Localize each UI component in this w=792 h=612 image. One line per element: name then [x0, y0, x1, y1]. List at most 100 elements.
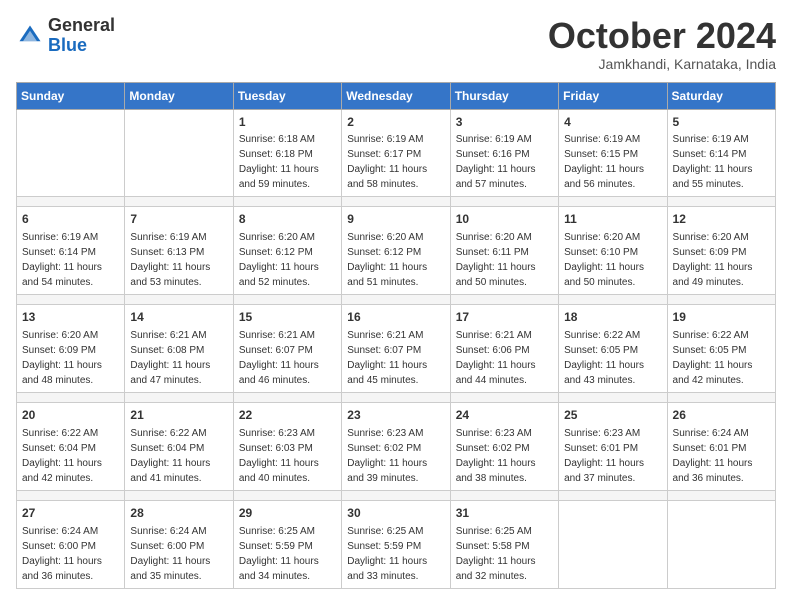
day-number: 31	[456, 505, 553, 522]
day-number: 28	[130, 505, 227, 522]
day-info: Sunrise: 6:25 AMSunset: 5:59 PMDaylight:…	[347, 526, 427, 582]
day-info: Sunrise: 6:18 AMSunset: 6:18 PMDaylight:…	[239, 134, 319, 190]
day-info: Sunrise: 6:21 AMSunset: 6:07 PMDaylight:…	[239, 330, 319, 386]
day-info: Sunrise: 6:23 AMSunset: 6:02 PMDaylight:…	[347, 428, 427, 484]
logo-general: General	[48, 15, 115, 35]
day-number: 26	[673, 407, 770, 424]
day-info: Sunrise: 6:23 AMSunset: 6:02 PMDaylight:…	[456, 428, 536, 484]
day-number: 15	[239, 309, 336, 326]
day-number: 24	[456, 407, 553, 424]
weekday-header-tuesday: Tuesday	[233, 82, 341, 109]
month-title: October 2024	[548, 16, 776, 56]
day-info: Sunrise: 6:22 AMSunset: 6:05 PMDaylight:…	[564, 330, 644, 386]
calendar-cell: 26 Sunrise: 6:24 AMSunset: 6:01 PMDayligh…	[667, 402, 775, 490]
calendar-cell: 10Sunrise: 6:20 AMSunset: 6:11 PMDayligh…	[450, 207, 558, 295]
separator-row	[17, 295, 776, 305]
day-number: 21	[130, 407, 227, 424]
calendar-cell: 13 Sunrise: 6:20 AMSunset: 6:09 PMDayligh…	[17, 305, 125, 393]
calendar-cell: 11Sunrise: 6:20 AMSunset: 6:10 PMDayligh…	[559, 207, 667, 295]
day-info: Sunrise: 6:19 AMSunset: 6:14 PMDaylight:…	[22, 232, 102, 288]
day-info: Sunrise: 6:22 AMSunset: 6:05 PMDaylight:…	[673, 330, 753, 386]
day-number: 13	[22, 309, 119, 326]
week-row-2: 6Sunrise: 6:19 AMSunset: 6:14 PMDaylight…	[17, 207, 776, 295]
day-info: Sunrise: 6:24 AMSunset: 6:01 PMDaylight:…	[673, 428, 753, 484]
calendar-cell: 27 Sunrise: 6:24 AMSunset: 6:00 PMDayligh…	[17, 500, 125, 588]
weekday-header-thursday: Thursday	[450, 82, 558, 109]
day-info: Sunrise: 6:19 AMSunset: 6:17 PMDaylight:…	[347, 134, 427, 190]
weekday-header-saturday: Saturday	[667, 82, 775, 109]
day-number: 17	[456, 309, 553, 326]
day-info: Sunrise: 6:20 AMSunset: 6:12 PMDaylight:…	[239, 232, 319, 288]
calendar-cell: 22Sunrise: 6:23 AMSunset: 6:03 PMDayligh…	[233, 402, 341, 490]
day-number: 4	[564, 114, 661, 131]
day-info: Sunrise: 6:19 AMSunset: 6:16 PMDaylight:…	[456, 134, 536, 190]
calendar-cell: 8 Sunrise: 6:20 AMSunset: 6:12 PMDaylight…	[233, 207, 341, 295]
day-number: 7	[130, 211, 227, 228]
week-row-5: 27 Sunrise: 6:24 AMSunset: 6:00 PMDayligh…	[17, 500, 776, 588]
week-row-1: 1 Sunrise: 6:18 AMSunset: 6:18 PMDaylight…	[17, 109, 776, 197]
day-number: 1	[239, 114, 336, 131]
day-info: Sunrise: 6:24 AMSunset: 6:00 PMDaylight:…	[22, 526, 102, 582]
calendar-cell: 29 Sunrise: 6:25 AMSunset: 5:59 PMDayligh…	[233, 500, 341, 588]
day-number: 20	[22, 407, 119, 424]
weekday-header-wednesday: Wednesday	[342, 82, 450, 109]
calendar-cell: 1 Sunrise: 6:18 AMSunset: 6:18 PMDaylight…	[233, 109, 341, 197]
calendar-cell: 9 Sunrise: 6:20 AMSunset: 6:12 PMDaylight…	[342, 207, 450, 295]
logo-blue: Blue	[48, 35, 87, 55]
day-number: 12	[673, 211, 770, 228]
calendar-cell: 14Sunrise: 6:21 AMSunset: 6:08 PMDayligh…	[125, 305, 233, 393]
day-info: Sunrise: 6:22 AMSunset: 6:04 PMDaylight:…	[130, 428, 210, 484]
day-number: 29	[239, 505, 336, 522]
day-number: 27	[22, 505, 119, 522]
day-info: Sunrise: 6:23 AMSunset: 6:01 PMDaylight:…	[564, 428, 644, 484]
calendar-cell: 5Sunrise: 6:19 AMSunset: 6:14 PMDaylight…	[667, 109, 775, 197]
calendar-cell: 6Sunrise: 6:19 AMSunset: 6:14 PMDaylight…	[17, 207, 125, 295]
day-number: 9	[347, 211, 444, 228]
calendar-cell: 17 Sunrise: 6:21 AMSunset: 6:06 PMDayligh…	[450, 305, 558, 393]
day-info: Sunrise: 6:19 AMSunset: 6:15 PMDaylight:…	[564, 134, 644, 190]
separator-row	[17, 197, 776, 207]
calendar-cell: 19Sunrise: 6:22 AMSunset: 6:05 PMDayligh…	[667, 305, 775, 393]
title-block: October 2024 Jamkhandi, Karnataka, India	[548, 16, 776, 72]
day-number: 11	[564, 211, 661, 228]
calendar-cell: 24 Sunrise: 6:23 AMSunset: 6:02 PMDayligh…	[450, 402, 558, 490]
day-number: 5	[673, 114, 770, 131]
calendar-cell: 12 Sunrise: 6:20 AMSunset: 6:09 PMDayligh…	[667, 207, 775, 295]
separator-row	[17, 392, 776, 402]
day-number: 25	[564, 407, 661, 424]
separator-row	[17, 490, 776, 500]
day-number: 14	[130, 309, 227, 326]
calendar-cell: 4 Sunrise: 6:19 AMSunset: 6:15 PMDaylight…	[559, 109, 667, 197]
calendar-cell: 3 Sunrise: 6:19 AMSunset: 6:16 PMDaylight…	[450, 109, 558, 197]
calendar-cell: 21 Sunrise: 6:22 AMSunset: 6:04 PMDayligh…	[125, 402, 233, 490]
page-header: General Blue October 2024 Jamkhandi, Kar…	[16, 16, 776, 72]
week-row-3: 13 Sunrise: 6:20 AMSunset: 6:09 PMDayligh…	[17, 305, 776, 393]
day-info: Sunrise: 6:23 AMSunset: 6:03 PMDaylight:…	[239, 428, 319, 484]
calendar-cell: 18 Sunrise: 6:22 AMSunset: 6:05 PMDayligh…	[559, 305, 667, 393]
day-info: Sunrise: 6:20 AMSunset: 6:12 PMDaylight:…	[347, 232, 427, 288]
day-info: Sunrise: 6:20 AMSunset: 6:09 PMDaylight:…	[673, 232, 753, 288]
day-number: 18	[564, 309, 661, 326]
calendar-cell	[17, 109, 125, 197]
day-info: Sunrise: 6:19 AMSunset: 6:13 PMDaylight:…	[130, 232, 210, 288]
calendar-cell: 23 Sunrise: 6:23 AMSunset: 6:02 PMDayligh…	[342, 402, 450, 490]
calendar-cell: 20Sunrise: 6:22 AMSunset: 6:04 PMDayligh…	[17, 402, 125, 490]
day-info: Sunrise: 6:20 AMSunset: 6:11 PMDaylight:…	[456, 232, 536, 288]
weekday-header-monday: Monday	[125, 82, 233, 109]
day-number: 8	[239, 211, 336, 228]
calendar-cell: 7 Sunrise: 6:19 AMSunset: 6:13 PMDaylight…	[125, 207, 233, 295]
day-info: Sunrise: 6:24 AMSunset: 6:00 PMDaylight:…	[130, 526, 210, 582]
day-info: Sunrise: 6:25 AMSunset: 5:59 PMDaylight:…	[239, 526, 319, 582]
weekday-header-sunday: Sunday	[17, 82, 125, 109]
location: Jamkhandi, Karnataka, India	[548, 56, 776, 72]
day-info: Sunrise: 6:21 AMSunset: 6:06 PMDaylight:…	[456, 330, 536, 386]
calendar-cell: 31Sunrise: 6:25 AMSunset: 5:58 PMDayligh…	[450, 500, 558, 588]
logo: General Blue	[16, 16, 115, 56]
logo-icon	[16, 22, 44, 50]
day-info: Sunrise: 6:20 AMSunset: 6:09 PMDaylight:…	[22, 330, 102, 386]
day-number: 2	[347, 114, 444, 131]
weekday-header-friday: Friday	[559, 82, 667, 109]
day-number: 3	[456, 114, 553, 131]
day-number: 16	[347, 309, 444, 326]
day-number: 23	[347, 407, 444, 424]
